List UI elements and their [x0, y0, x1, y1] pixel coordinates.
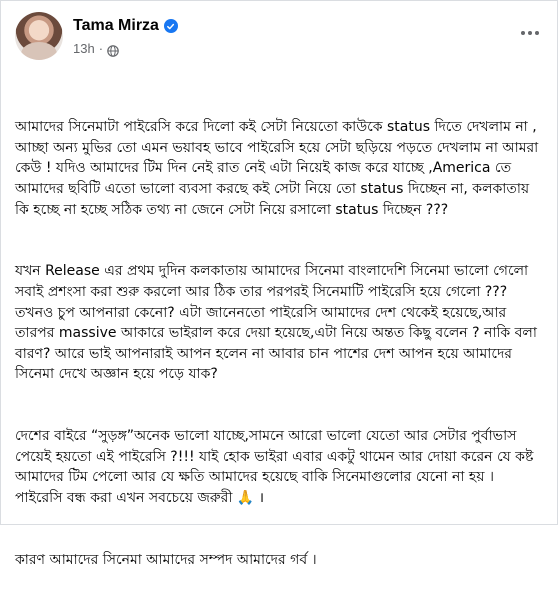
- post-body: আমাদের সিনেমাটা পাইরেসি করে দিলো কই সেটা…: [15, 76, 545, 611]
- post-paragraph: আমাদের সিনেমাটা পাইরেসি করে দিলো কই সেটা…: [15, 119, 543, 218]
- post-meta: 13h ·: [73, 39, 119, 57]
- author-row: Tama Mirza: [73, 15, 178, 37]
- verified-badge-icon: [163, 19, 178, 33]
- post-paragraph: দেশের বাইরে “সুড়ঙ্গ”অনেক ভালো যাচ্ছে,সা…: [15, 428, 538, 506]
- globe-icon[interactable]: [107, 42, 119, 57]
- avatar[interactable]: [15, 12, 63, 60]
- post-card: Tama Mirza 13h · আমাদের সিনেমাটা পাইরেসি…: [0, 0, 558, 568]
- post-header: Tama Mirza 13h ·: [15, 12, 545, 62]
- author-name[interactable]: Tama Mirza: [73, 17, 159, 35]
- post-paragraph: যখন Release এর প্রথম দুদিন কলকাতায় আমাদ…: [15, 263, 542, 383]
- post-paragraph: কারণ আমাদের সিনেমা আমাদের সম্পদ আমাদের গ…: [15, 551, 317, 568]
- meta-separator: ·: [98, 40, 104, 56]
- post-timestamp[interactable]: 13h: [73, 41, 95, 56]
- more-options-icon[interactable]: [515, 18, 545, 48]
